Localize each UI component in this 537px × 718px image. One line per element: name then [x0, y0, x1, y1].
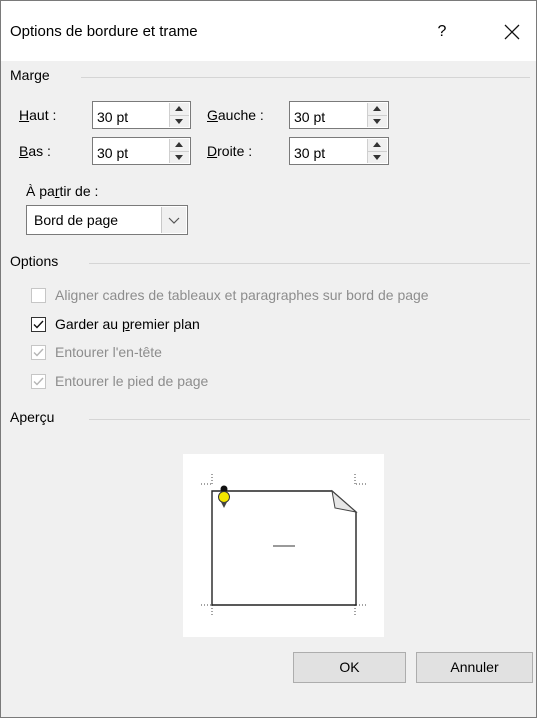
bottom-spin-down[interactable] — [170, 151, 189, 163]
right-margin-input[interactable] — [290, 138, 366, 164]
left-spin-buttons — [367, 103, 387, 127]
left-spin-down[interactable] — [368, 115, 387, 127]
title-bar: Options de bordure et trame ? — [1, 1, 536, 61]
left-margin-spinner[interactable] — [289, 101, 389, 129]
top-spin-down[interactable] — [170, 115, 189, 127]
chevron-down-icon — [168, 217, 180, 224]
preview-group-label: Aperçu — [10, 409, 61, 425]
up-arrow-icon — [373, 142, 381, 147]
top-spin-buttons — [169, 103, 189, 127]
page-preview-drawing — [201, 474, 366, 616]
checkmark-icon — [33, 377, 44, 386]
border-options-dialog: Options de bordure et trame ? Marge Haut… — [0, 0, 537, 718]
page-preview — [183, 454, 384, 637]
left-margin-input[interactable] — [290, 102, 366, 128]
up-arrow-icon — [373, 106, 381, 111]
help-button[interactable]: ? — [428, 18, 456, 46]
preview-group-line — [89, 419, 530, 420]
checkbox-box — [31, 288, 46, 303]
top-label: Haut : — [19, 107, 57, 123]
dialog-title: Options de bordure et trame — [10, 23, 198, 40]
down-arrow-icon — [373, 155, 381, 160]
down-arrow-icon — [175, 155, 183, 160]
right-spin-down[interactable] — [368, 151, 387, 163]
left-label: Gauche : — [207, 107, 264, 123]
close-button[interactable] — [497, 17, 527, 47]
top-margin-spinner[interactable] — [92, 101, 191, 129]
checkbox-box — [31, 345, 46, 360]
margin-group-label: Marge — [10, 67, 56, 83]
bottom-spin-up[interactable] — [170, 139, 189, 151]
right-label: Droite : — [207, 143, 253, 159]
checkmark-icon — [33, 348, 44, 357]
surround-footer-label: Entourer le pied de page — [55, 373, 209, 389]
from-label: À partir de : — [26, 183, 99, 199]
cancel-button[interactable]: Annuler — [416, 652, 533, 683]
options-group-line — [89, 263, 530, 264]
checkbox-box — [31, 374, 46, 389]
surround-header-label: Entourer l'en-tête — [55, 344, 162, 360]
checkmark-icon — [33, 320, 44, 329]
keep-in-front-label: Garder au premier plan — [55, 316, 200, 332]
down-arrow-icon — [175, 119, 183, 124]
down-arrow-icon — [373, 119, 381, 124]
bottom-spin-buttons — [169, 139, 189, 163]
bottom-margin-input[interactable] — [93, 138, 169, 164]
from-dropdown-value: Bord de page — [34, 212, 119, 228]
right-margin-spinner[interactable] — [289, 137, 389, 165]
top-spin-up[interactable] — [170, 103, 189, 115]
page-border — [211, 490, 357, 606]
from-dropdown[interactable]: Bord de page — [26, 205, 188, 235]
right-spin-up[interactable] — [368, 139, 387, 151]
bottom-label: Bas : — [19, 143, 51, 159]
right-spin-buttons — [367, 139, 387, 163]
dropdown-button[interactable] — [161, 207, 186, 233]
top-label-rest: aut : — [29, 107, 57, 123]
close-icon — [504, 24, 520, 40]
bottom-margin-spinner[interactable] — [92, 137, 191, 165]
up-arrow-icon — [175, 142, 183, 147]
ok-button[interactable]: OK — [293, 652, 406, 683]
align-frames-label: Aligner cadres de tableaux et paragraphe… — [55, 287, 429, 303]
top-margin-input[interactable] — [93, 102, 169, 128]
margin-group-line — [81, 77, 530, 78]
checkbox-box — [31, 317, 46, 332]
options-group-label: Options — [10, 253, 65, 269]
up-arrow-icon — [175, 106, 183, 111]
left-spin-up[interactable] — [368, 103, 387, 115]
